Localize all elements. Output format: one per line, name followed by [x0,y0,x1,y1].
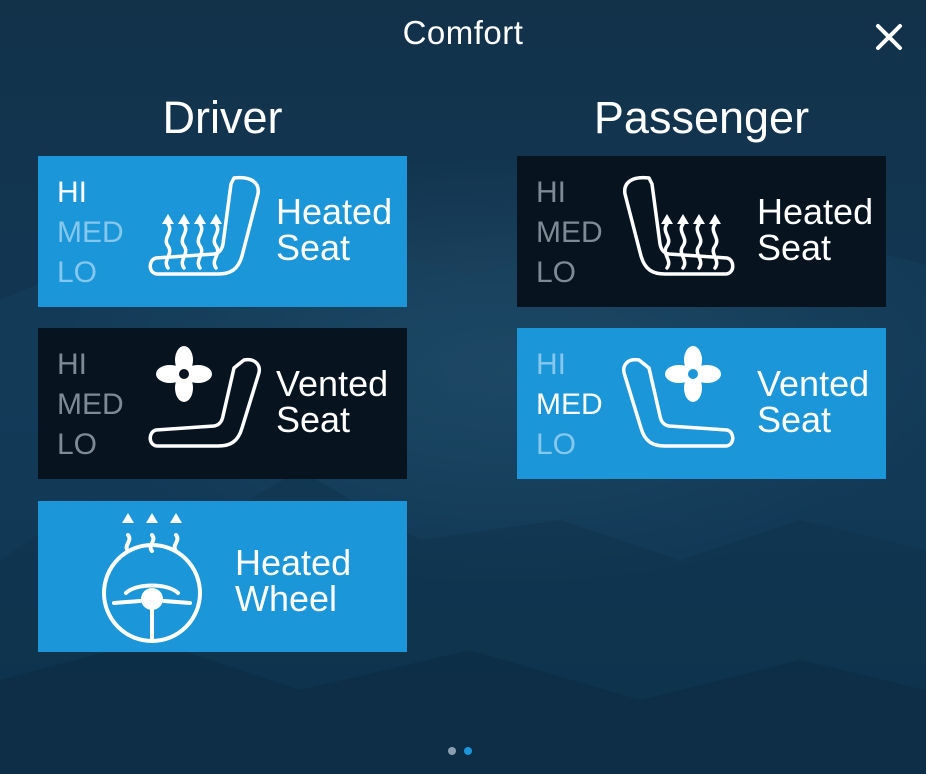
level-med: MED [57,216,124,249]
heated-seat-icon [623,175,735,276]
label-line1: Vented [276,363,389,404]
driver-heated-seat-button[interactable]: HI MED LO Heated Seat [38,156,407,307]
level-hi: HI [536,176,566,209]
level-med: MED [536,216,603,249]
vented-seat-icon [622,346,735,448]
label-line2: Seat [276,227,351,268]
heated-wheel-button[interactable]: Heated Wheel [38,501,407,652]
level-lo: LO [536,256,577,289]
level-med: MED [57,388,124,421]
driver-heading: Driver [162,92,283,143]
page-dot-2[interactable] [464,747,472,755]
level-hi: HI [57,176,87,209]
page-dot-1[interactable] [448,747,456,755]
vented-seat-icon [148,346,261,448]
heated-seat-icon [148,175,260,276]
level-indicator: HI MED LO [57,345,124,465]
level-indicator: HI MED LO [536,345,603,465]
card-label: Vented Seat [276,366,388,438]
card-label: Heated Seat [757,194,873,266]
heated-steering-wheel-icon [102,513,202,643]
level-lo: LO [536,428,577,461]
passenger-heading: Passenger [593,92,810,143]
close-icon[interactable] [868,16,910,58]
level-indicator: HI MED LO [536,173,603,293]
card-label: Vented Seat [757,366,869,438]
level-hi: HI [57,348,87,381]
driver-vented-seat-button[interactable]: HI MED LO Vented Seat [38,328,407,479]
card-label: Heated Wheel [235,545,351,617]
level-med: MED [536,388,603,421]
level-indicator: HI MED LO [57,173,124,293]
passenger-vented-seat-button[interactable]: HI MED LO Vented Seat [517,328,886,479]
label-line2: Seat [757,399,832,440]
page-title: Comfort [402,14,524,51]
label-line1: Heated [757,191,874,232]
level-hi: HI [536,348,566,381]
label-line1: Heated [276,191,393,232]
card-label: Heated Seat [276,194,392,266]
label-line2: Wheel [235,578,338,619]
label-line1: Vented [757,363,870,404]
level-lo: LO [57,428,98,461]
passenger-heated-seat-button[interactable]: HI MED LO Heated Seat [517,156,886,307]
level-lo: LO [57,256,98,289]
label-line2: Seat [757,227,832,268]
label-line2: Seat [276,399,351,440]
label-line1: Heated [235,542,352,583]
